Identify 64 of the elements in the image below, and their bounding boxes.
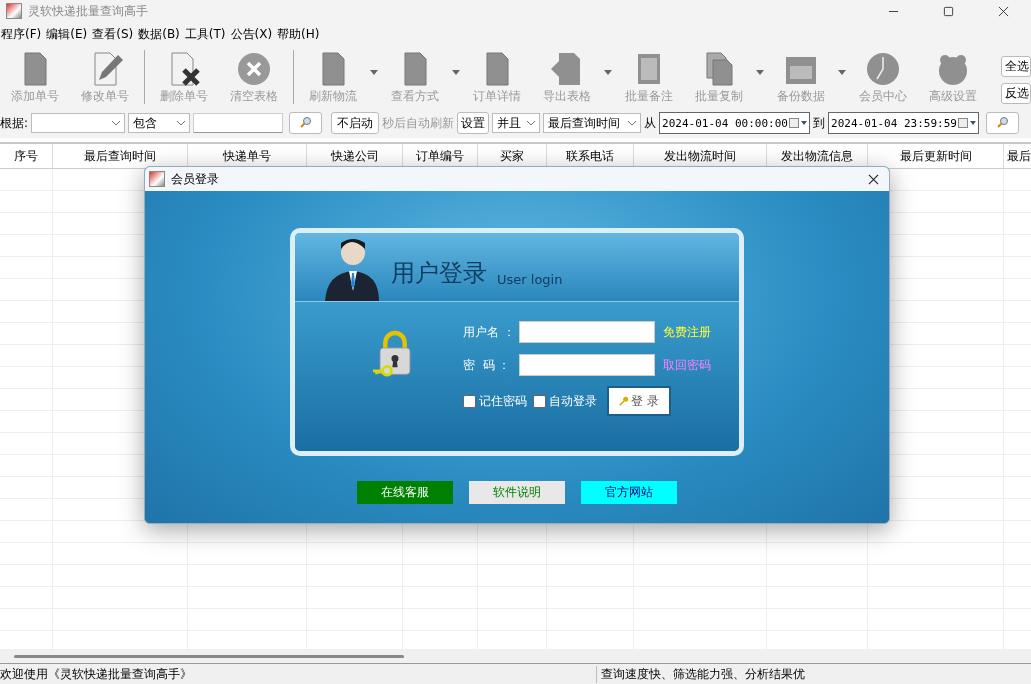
dialog-button[interactable]: 官方网站 xyxy=(581,481,677,504)
menu-item[interactable]: 程序(F) xyxy=(0,25,46,43)
settings-button[interactable]: 设置 xyxy=(457,112,490,134)
dialog-button[interactable]: 软件说明 xyxy=(469,481,565,504)
input-field[interactable] xyxy=(519,321,655,343)
checkbox-label: 自动登录 xyxy=(549,392,597,410)
app-icon xyxy=(6,3,22,19)
window-title: 灵软快递批量查询高手 xyxy=(28,2,148,20)
menu-item[interactable]: 数据(B) xyxy=(137,25,184,43)
select-button[interactable]: 全选 xyxy=(1001,56,1031,77)
time-field-dropdown[interactable]: 最后查询时间 xyxy=(543,113,642,133)
calendar-icon[interactable] xyxy=(789,118,808,128)
checkbox[interactable] xyxy=(463,394,476,408)
chevron-down-icon xyxy=(112,120,121,126)
column-header[interactable]: 最后 xyxy=(1004,144,1031,168)
keyword-field[interactable] xyxy=(193,113,284,133)
auto-refresh-label: 秒后自动刷新 xyxy=(382,114,455,132)
date-picker[interactable]: 2024-01-04 00:00:00 xyxy=(659,112,811,134)
status-text: 查询速度快、筛选能力强、分析结果优 xyxy=(600,665,805,683)
login-heading: 用户登录 xyxy=(391,258,487,289)
checkbox[interactable] xyxy=(533,394,546,408)
caret-icon[interactable] xyxy=(604,69,612,75)
caret-icon[interactable] xyxy=(838,69,846,75)
app-icon xyxy=(149,171,165,187)
chevron-down-icon xyxy=(527,120,536,126)
menu-item[interactable]: 公告(X) xyxy=(229,25,277,43)
status-text: 欢迎使用《灵软快递批量查询高手》 xyxy=(0,665,597,683)
close-icon[interactable] xyxy=(998,5,1009,17)
scrollbar-thumb[interactable] xyxy=(14,654,404,658)
field-label: 密 码 ： xyxy=(463,356,511,374)
search-button[interactable] xyxy=(289,112,323,134)
from-label: 从 xyxy=(644,114,657,132)
login-subheading: User login xyxy=(497,272,563,287)
menu-item[interactable]: 工具(T) xyxy=(183,25,230,43)
caret-icon[interactable] xyxy=(370,69,378,75)
column-header[interactable]: 序号 xyxy=(0,144,53,168)
checkbox-label: 记住密码 xyxy=(479,392,527,410)
logic-dropdown[interactable]: 并且 xyxy=(492,113,541,133)
dialog-button[interactable]: 在线客服 xyxy=(357,481,453,504)
input-field[interactable] xyxy=(519,354,655,376)
login-button[interactable]: 登 录 xyxy=(607,386,671,416)
dialog-title: 会员登录 xyxy=(171,170,219,188)
field-label: 用户名 ： xyxy=(463,323,511,341)
filter-label: 根据: xyxy=(0,114,29,132)
chevron-down-icon xyxy=(628,120,637,126)
chevron-down-icon xyxy=(177,120,186,126)
search-icon xyxy=(996,115,1009,128)
search-button[interactable] xyxy=(986,112,1020,134)
menu-item[interactable]: 编辑(E) xyxy=(45,25,92,43)
field-dropdown[interactable] xyxy=(31,113,126,133)
search-icon xyxy=(299,115,312,128)
maximize-icon[interactable] xyxy=(943,5,954,17)
auto-refresh-button[interactable]: 不启动 xyxy=(331,112,380,134)
caret-icon[interactable] xyxy=(452,69,460,75)
match-dropdown[interactable]: 包含 xyxy=(128,113,191,133)
calendar-icon[interactable] xyxy=(958,118,977,128)
date-picker[interactable]: 2024-01-04 23:59:59 xyxy=(828,112,980,134)
close-icon[interactable] xyxy=(868,173,879,185)
caret-icon[interactable] xyxy=(756,69,764,75)
select-button[interactable]: 反选 xyxy=(1001,83,1031,104)
key-icon xyxy=(619,396,630,406)
to-label: 到 xyxy=(813,114,826,132)
menu-item[interactable]: 帮助(H) xyxy=(276,25,324,43)
menu-item[interactable]: 查看(S) xyxy=(91,25,138,43)
